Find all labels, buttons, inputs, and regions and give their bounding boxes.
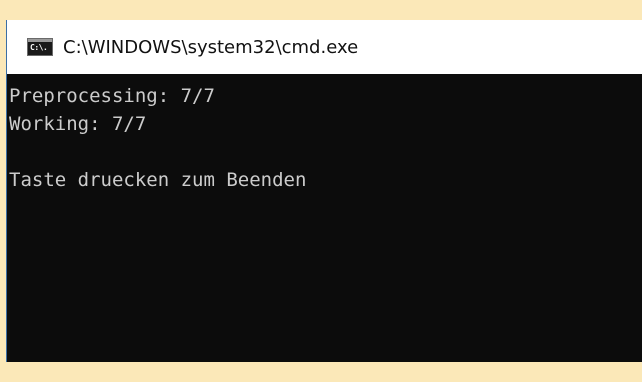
cmd-window[interactable]: C:\. C:\WINDOWS\system32\cmd.exe Preproc…	[6, 20, 642, 362]
console-line: Preprocessing: 7/7	[9, 85, 215, 107]
icon-glyph: C:\.	[30, 43, 48, 52]
window-title: C:\WINDOWS\system32\cmd.exe	[63, 36, 359, 58]
title-bar[interactable]: C:\. C:\WINDOWS\system32\cmd.exe	[7, 20, 642, 74]
console-line: Taste druecken zum Beenden	[9, 169, 307, 191]
console-line: Working: 7/7	[9, 113, 147, 135]
cmd-console-icon[interactable]: C:\.	[27, 38, 53, 56]
console-output[interactable]: Preprocessing: 7/7 Working: 7/7 Taste dr…	[7, 74, 642, 362]
